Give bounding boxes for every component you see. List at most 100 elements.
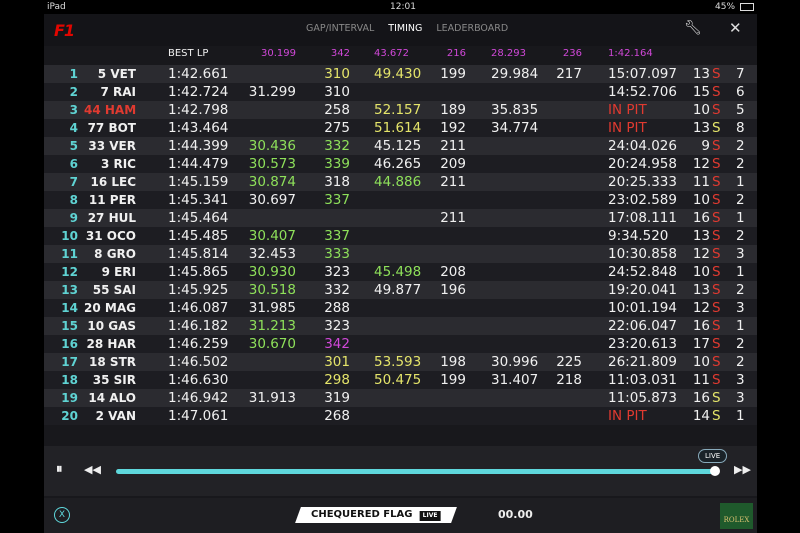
table-row[interactable]: 9 27 HUL 1:45.464 211 17:08.111 16 S 1 [44, 209, 757, 227]
best-lap: 1:45.159 [168, 174, 229, 190]
position: 6 [69, 157, 78, 171]
timing-screen: F1 GAP/INTERVAL TIMING LEADERBOARD 🔧︎ ✕ … [44, 14, 757, 533]
tyre-compound: S [712, 390, 721, 406]
exit-icon[interactable]: X [54, 507, 70, 523]
best-lap: 1:46.087 [168, 300, 229, 316]
table-row[interactable]: 16 28 HAR 1:46.259 30.670 342 23:20.613 17 S 2 [44, 335, 757, 353]
table-row[interactable]: 20 2 VAN 1:47.061 268 IN PIT 14 S 1 [44, 407, 757, 425]
pause-icon[interactable]: ⏸︎ [56, 462, 63, 477]
driver: 2 VAN [95, 409, 136, 423]
position: 16 [61, 337, 78, 351]
speed-trap1: 323 [324, 318, 350, 334]
sector2-time: 51.614 [374, 120, 422, 136]
table-row[interactable]: 2 7 RAI 1:42.724 31.299 310 14:52.706 15 S 6 [44, 83, 757, 101]
tab-timing[interactable]: TIMING [388, 23, 422, 34]
table-row[interactable]: 14 20 MAG 1:46.087 31.985 288 10:01.194 12 S 3 [44, 299, 757, 317]
table-row[interactable]: 15 10 GAS 1:46.182 31.213 323 22:06.047 16 S 1 [44, 317, 757, 335]
speed-trap2: 199 [440, 66, 466, 82]
position: 5 [69, 139, 78, 153]
best-lap: 1:45.925 [168, 282, 229, 298]
table-row[interactable]: 13 55 SAI 1:45.925 30.518 332 49.877 196 19:20.… [44, 281, 757, 299]
sector3-time: 34.774 [491, 120, 539, 136]
speed-trap2: 211 [440, 210, 466, 226]
sector1-time: 30.573 [248, 156, 296, 172]
stint: 6 [736, 84, 745, 100]
playback-bar: ⏸︎ ◀◀ LIVE ▶▶ [44, 446, 757, 496]
live-badge[interactable]: LIVE [698, 449, 728, 463]
position: 12 [61, 265, 78, 279]
close-icon[interactable]: ✕ [729, 19, 742, 37]
table-row[interactable]: 4 77 BOT 1:43.464 275 51.614 192 34.774 IN PIT 1… [44, 119, 757, 137]
table-row[interactable]: 12 9 ERI 1:45.865 30.930 323 45.498 208 24:52.8… [44, 263, 757, 281]
driver: 3 RIC [100, 157, 136, 171]
table-row[interactable]: 5 33 VER 1:44.399 30.436 332 45.125 211 24:04.0… [44, 137, 757, 155]
status-bar: iPad 12:01 45% [0, 0, 800, 14]
sector2-time: 46.265 [374, 156, 422, 172]
stint: 3 [736, 300, 745, 316]
laps: 10 [692, 192, 710, 208]
position: 3 [69, 103, 78, 117]
speed-trap2: 189 [440, 102, 466, 118]
last-lap: 10:30.858 [608, 246, 677, 262]
table-row[interactable]: 7 16 LEC 1:45.159 30.874 318 44.886 211 20:25.3… [44, 173, 757, 191]
tyre-compound: S [712, 318, 721, 334]
table-row[interactable]: 3 44 HAM 1:42.798 258 52.157 189 35.835 IN PIT 1… [44, 101, 757, 119]
speed-trap1: 275 [324, 120, 350, 136]
speed-trap3: 217 [556, 66, 582, 82]
laps: 16 [692, 390, 710, 406]
timing-table: 15 VET 1:42.661 310 49.430 199 29.984 217 15:07… [44, 65, 757, 425]
position: 19 [61, 391, 78, 405]
table-row[interactable]: 6 3 RIC 1:44.479 30.573 339 46.265 209 20:24.95… [44, 155, 757, 173]
laps: 13 [692, 66, 710, 82]
driver: 10 GAS [87, 319, 136, 333]
laps: 13 [692, 120, 710, 136]
best-lap: 1:42.798 [168, 102, 229, 118]
table-row[interactable]: 1 5 VET 1:42.661 310 49.430 199 29.984 217 15:07… [44, 65, 757, 83]
best-lap: 1:42.661 [168, 66, 229, 82]
tab-gap-interval[interactable]: GAP/INTERVAL [306, 23, 374, 34]
last-lap: 17:08.111 [608, 210, 677, 226]
tyre-compound: S [712, 120, 721, 136]
playback-scrubber-handle[interactable] [710, 466, 720, 476]
tyre-compound: S [712, 336, 721, 352]
battery-icon [740, 3, 754, 11]
speed-trap1: 268 [324, 408, 350, 424]
tyre-compound: S [712, 84, 721, 100]
table-row[interactable]: 8 11 PER 1:45.341 30.697 337 23:02.589 10 S 2 [44, 191, 757, 209]
stint: 1 [736, 408, 745, 424]
playback-progress-track[interactable] [116, 469, 716, 474]
header-speed2-best: 216 [446, 48, 466, 59]
stint: 3 [736, 372, 745, 388]
table-row[interactable]: 11 8 GRO 1:45.814 32.453 333 10:30.858 12 S 3 [44, 245, 757, 263]
rewind-icon[interactable]: ◀◀ [84, 463, 101, 476]
table-row[interactable]: 10 31 OCO 1:45.485 30.407 337 9:34.520 13 S 2 [44, 227, 757, 245]
sector1-time: 30.436 [248, 138, 296, 154]
table-row[interactable]: 19 14 ALO 1:46.942 31.913 319 11:05.873 16 S 3 [44, 389, 757, 407]
stint: 1 [736, 210, 745, 226]
speed-trap1: 337 [324, 228, 350, 244]
stint: 1 [736, 264, 745, 280]
table-row[interactable]: 17 18 STR 1:46.502 301 53.593 198 30.996 225 26:… [44, 353, 757, 371]
speed-trap1: 333 [324, 246, 350, 262]
stint: 2 [736, 336, 745, 352]
sector2-time: 52.157 [374, 102, 422, 118]
laps: 16 [692, 318, 710, 334]
session-clock: 00.00 [498, 508, 533, 521]
sector3-time: 30.996 [491, 354, 539, 370]
tab-leaderboard[interactable]: LEADERBOARD [436, 23, 508, 34]
tyre-compound: S [712, 282, 721, 298]
driver: 31 OCO [85, 229, 136, 243]
sector1-time: 30.407 [248, 228, 296, 244]
best-lap: 1:46.630 [168, 372, 229, 388]
table-row[interactable]: 18 35 SIR 1:46.630 298 50.475 199 31.407 218 11:… [44, 371, 757, 389]
header-s1-best: 30.199 [261, 48, 296, 59]
fast-forward-icon[interactable]: ▶▶ [734, 463, 751, 476]
header-last-lap-best: 1:42.164 [608, 48, 653, 59]
race-status-banner: CHEQUERED FLAG LIVE [295, 507, 457, 523]
driver: 28 HAR [86, 337, 136, 351]
header-s2-best: 43.672 [374, 48, 409, 59]
stint: 2 [736, 138, 745, 154]
wrench-icon[interactable]: 🔧︎ [684, 20, 702, 36]
speed-trap1: 337 [324, 192, 350, 208]
speed-trap1: 310 [324, 66, 350, 82]
